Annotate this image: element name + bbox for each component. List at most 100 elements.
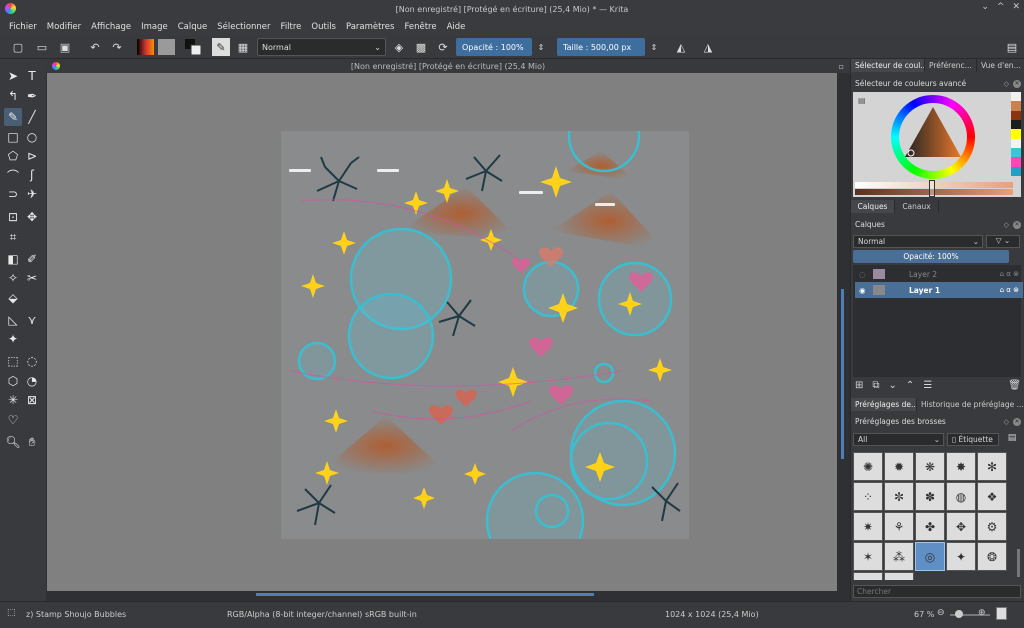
undo-icon[interactable]: ↶ — [86, 38, 104, 56]
tab-brush-presets[interactable]: Préréglages de... — [851, 398, 917, 411]
outline-select-tool-icon[interactable]: ◔ — [23, 372, 41, 390]
gradient-tool-icon[interactable]: ◧ — [4, 250, 22, 268]
open-folder-icon[interactable]: ▭ — [33, 38, 51, 56]
history-swatch[interactable] — [1011, 138, 1021, 148]
size-slider[interactable]: Taille : 500,00 px — [557, 38, 645, 56]
history-swatch[interactable] — [1011, 92, 1021, 102]
line-tool-icon[interactable]: ╱ — [23, 108, 41, 126]
color-slider-handle[interactable] — [929, 180, 935, 197]
add-layer-icon[interactable]: ⊞ — [855, 380, 863, 391]
visibility-off-icon[interactable]: ◌ — [859, 270, 869, 279]
brush-preset-thumb[interactable]: ✳ — [853, 572, 883, 580]
contiguous-select-tool-icon[interactable]: ✳ — [4, 391, 22, 409]
edit-shapes-tool-icon[interactable]: ↰ — [4, 87, 22, 105]
menu-outils[interactable]: Outils — [311, 22, 336, 32]
brush-preset-thumb[interactable]: ✸ — [946, 452, 976, 481]
preset-view-icon[interactable]: ▤ — [1003, 433, 1021, 446]
history-swatch[interactable] — [1011, 157, 1021, 167]
tab-channels[interactable]: Canaux — [895, 200, 939, 213]
docker-menu-icon[interactable]: ▤ — [1003, 38, 1021, 56]
close-window-button[interactable]: ✕ — [1012, 2, 1020, 12]
freehand-path-tool-icon[interactable]: ʃ — [23, 166, 41, 184]
tab-color-selector[interactable]: Sélecteur de coul... — [851, 59, 925, 72]
menu-fenetre[interactable]: Fenêtre — [404, 22, 436, 32]
layer-opacity-slider[interactable]: Opacité: 100% — [853, 250, 1009, 263]
transform-tool-icon[interactable]: ⊡ — [4, 208, 22, 226]
maximize-button[interactable]: ^ — [997, 2, 1005, 12]
horizontal-scrollbar[interactable] — [256, 593, 594, 596]
brush-preset-thumb[interactable]: ✽ — [915, 482, 945, 511]
eraser-icon[interactable]: ◈ — [390, 38, 408, 56]
brush-preset-thumb[interactable]: ❋ — [915, 452, 945, 481]
mirror-vertical-icon[interactable]: ◮ — [699, 38, 717, 56]
size-spin-icon[interactable]: ⇕ — [647, 38, 661, 56]
menu-fichier[interactable]: Fichier — [9, 22, 37, 32]
layer-lock-icon[interactable]: ⌂ α ⊗ — [1000, 270, 1019, 278]
color-space-info[interactable]: RGB/Alpha (8-bit integer/channel) sRGB b… — [227, 610, 417, 619]
brush-preset-thumb[interactable]: ❂ — [977, 542, 1007, 571]
float-layers-icon[interactable]: ◇ — [1004, 221, 1009, 229]
brush-preset-thumb[interactable]: ✥ — [946, 512, 976, 541]
new-document-icon[interactable]: ▢ — [9, 38, 27, 56]
crop-tool-icon[interactable]: ⌗ — [4, 228, 22, 246]
history-swatch[interactable] — [1011, 147, 1021, 158]
document-tab[interactable]: [Non enregistré] [Protégé en écriture] (… — [46, 59, 850, 73]
zoom-slider-handle[interactable] — [955, 610, 963, 618]
brush-preset-thumb[interactable]: ⁘ — [853, 482, 883, 511]
menu-affichage[interactable]: Affichage — [91, 22, 131, 32]
visibility-on-icon[interactable]: ◉ — [859, 286, 869, 295]
brush-preset-thumb[interactable]: ✴ — [884, 572, 914, 580]
zoom-in-icon[interactable]: ⊕ — [978, 608, 986, 618]
measure-tool-icon[interactable]: ◺ — [4, 311, 22, 329]
opacity-spin-icon[interactable]: ⇕ — [534, 38, 548, 56]
menu-filtre[interactable]: Filtre — [281, 22, 302, 32]
move-tool-icon[interactable]: ✥ — [23, 208, 41, 226]
brush-preset-thumb[interactable]: ⚙︎ — [977, 512, 1007, 541]
brush-preset-thumb[interactable]: ✶ — [853, 542, 883, 571]
opacity-slider[interactable]: Opacité : 100% — [456, 38, 532, 56]
artwork-canvas[interactable] — [281, 131, 689, 539]
minimize-button[interactable]: ⌄ — [981, 2, 989, 12]
menu-parametres[interactable]: Paramètres — [346, 22, 394, 32]
layer-properties-icon[interactable]: ☰ — [923, 380, 932, 391]
tab-layers[interactable]: Calques — [851, 200, 895, 213]
gradient-selector[interactable] — [137, 39, 154, 55]
assistant-tool-icon[interactable]: ✂ — [23, 269, 41, 287]
color-selector-settings-icon[interactable]: ▤ — [858, 96, 866, 105]
brush-preset-thumb[interactable]: ✻ — [977, 452, 1007, 481]
move-layer-down-icon[interactable]: ⌄ — [889, 380, 897, 391]
brush-preset-thumb[interactable]: ✷ — [853, 512, 883, 541]
multibrush-tool-icon[interactable]: ✈ — [23, 185, 41, 203]
layer-row-active[interactable]: ◉ Layer 1 ⌂ α ⊗ — [855, 282, 1023, 298]
preset-search-input[interactable] — [854, 586, 1020, 597]
canvas-only-mode-icon[interactable] — [996, 607, 1007, 620]
brush-preset-thumb[interactable]: ✤ — [915, 512, 945, 541]
menu-image[interactable]: Image — [141, 22, 168, 32]
polygon-tool-icon[interactable]: ⬠ — [4, 147, 22, 165]
history-swatch[interactable] — [1011, 110, 1021, 120]
close-document-icon[interactable]: ▫ — [839, 62, 844, 71]
brush-preset-thumb[interactable]: ⚘ — [884, 512, 914, 541]
brush-preset-icon[interactable]: ✎ — [212, 38, 230, 56]
reference-tool-icon[interactable]: ⋎ — [23, 311, 41, 329]
zoom-level[interactable]: 67 % — [914, 610, 934, 619]
blend-mode-select[interactable]: Normal ⌄ — [257, 38, 386, 56]
duplicate-layer-icon[interactable]: ⧉ — [872, 380, 879, 391]
move-layer-up-icon[interactable]: ⌃ — [906, 380, 914, 391]
menu-aide[interactable]: Aide — [447, 22, 466, 32]
brush-preset-thumb[interactable]: ✦ — [946, 542, 976, 571]
ellipse-tool-icon[interactable]: ○ — [23, 128, 41, 146]
polyline-tool-icon[interactable]: ⊳ — [23, 147, 41, 165]
similar-select-tool-icon[interactable]: ⊠ — [23, 391, 41, 409]
close-layers-icon[interactable]: ✕ — [1013, 220, 1021, 229]
vertical-scrollbar[interactable] — [841, 289, 844, 459]
brush-preset-thumb[interactable]: ⁂ — [884, 542, 914, 571]
preserve-alpha-icon[interactable]: ▩ — [412, 38, 430, 56]
bezier-select-tool-icon[interactable]: ♡ — [4, 411, 22, 429]
save-icon[interactable]: ▣ — [56, 38, 74, 56]
preset-search-field[interactable] — [853, 585, 1021, 598]
pan-tool-icon[interactable]: ✋︎ — [23, 433, 41, 451]
history-swatch[interactable] — [1011, 101, 1021, 111]
text-tool-icon[interactable]: T — [23, 67, 41, 85]
history-swatch[interactable] — [1011, 119, 1021, 130]
